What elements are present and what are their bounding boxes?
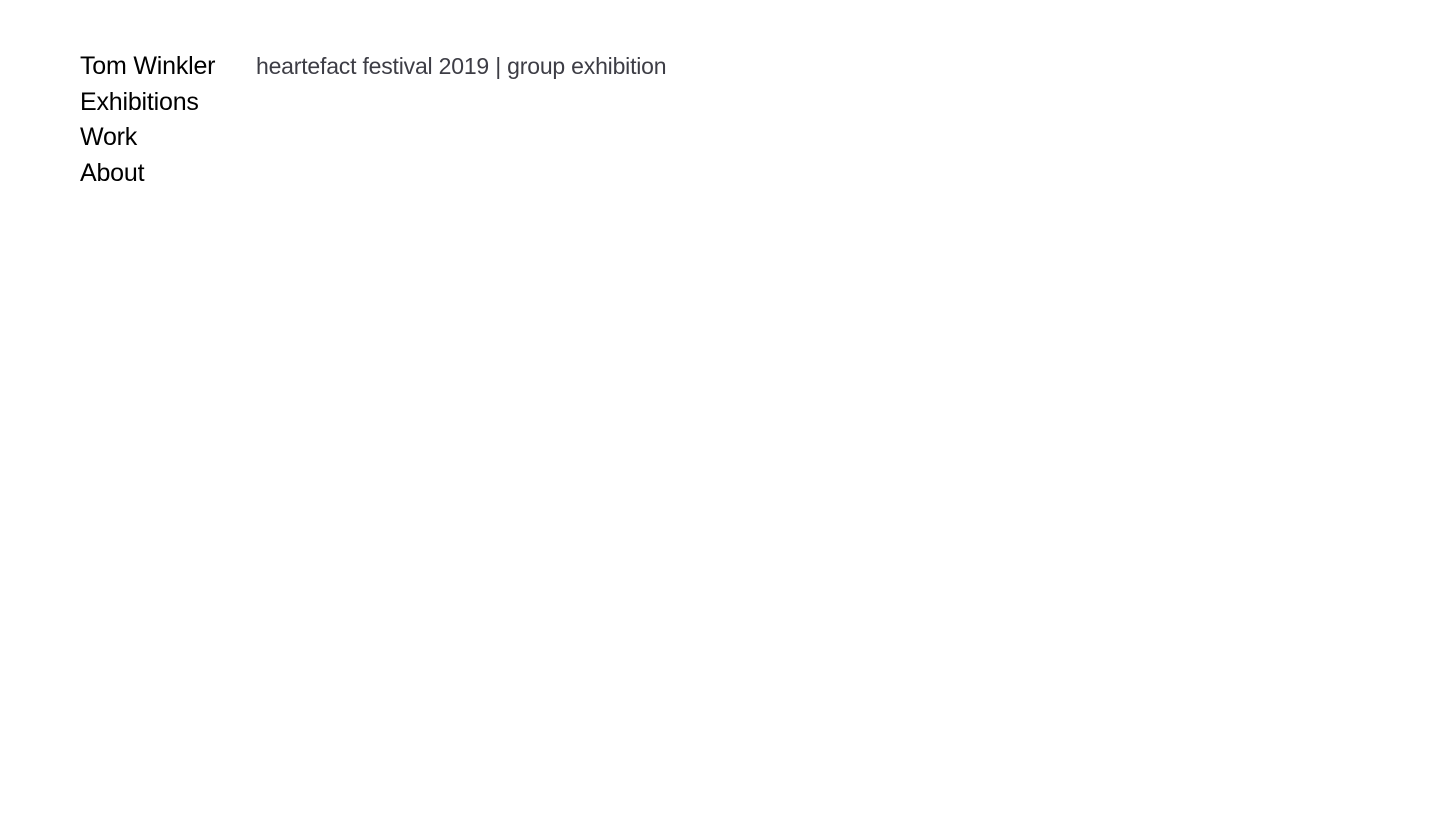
nav-item-about[interactable]: About — [80, 156, 215, 192]
site-title-link[interactable]: Tom Winkler — [80, 49, 216, 85]
site-navigation: Tom Winkler Exhibitions Work About — [80, 49, 216, 192]
nav-item-exhibitions[interactable]: Exhibitions — [80, 85, 215, 121]
nav-item-work[interactable]: Work — [80, 120, 215, 156]
page-title: heartefact festival 2019 | group exhibit… — [256, 53, 667, 79]
